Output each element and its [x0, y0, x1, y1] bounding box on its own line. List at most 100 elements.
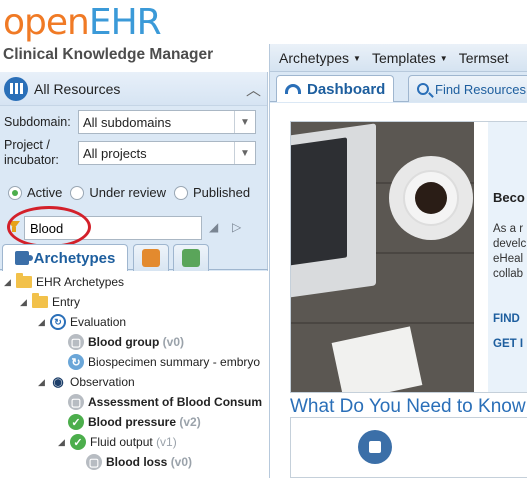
caret-down-icon: ▼: [353, 53, 361, 63]
draft-status-icon: ▢: [86, 454, 102, 470]
hero-line: collab: [493, 268, 524, 280]
tab-dashboard[interactable]: Dashboard: [276, 75, 395, 102]
radio-active-label[interactable]: Active: [27, 185, 62, 200]
archetype-tree: ◢ EHR Archetypes ◢ Entry ◢ ↻ Evaluation …: [0, 271, 268, 478]
main-tabs: Dashboard Find Resources: [270, 73, 527, 102]
tree-node-label: Evaluation: [70, 315, 127, 329]
menu-termsets[interactable]: Termset: [459, 50, 509, 66]
red-highlight-circle: [7, 206, 91, 248]
folder-icon: [32, 293, 48, 308]
project-value: All projects: [83, 146, 147, 161]
menu-templates-label: Templates: [371, 49, 436, 66]
coffee-cup-image: [403, 170, 459, 226]
tree-node-entry[interactable]: ◢ Entry: [20, 293, 80, 311]
project-label: Project / incubator:: [4, 138, 78, 168]
published-check-icon: ✓: [70, 434, 86, 450]
logo-open-text: open: [3, 2, 90, 43]
version-label: (v1): [156, 435, 177, 449]
radio-published[interactable]: [174, 185, 188, 200]
subdomain-value: All subdomains: [83, 115, 172, 130]
hero-text-panel: Beco As a r develc eHeal collab FIND GET…: [488, 122, 527, 392]
dashboard-content: Beco As a r develc eHeal collab FIND GET…: [270, 103, 527, 478]
tab-archetypes-label: Archetypes: [33, 249, 116, 267]
openehr-logo[interactable]: openEHR: [3, 2, 162, 43]
tree-node-evaluation[interactable]: ◢ ↻ Evaluation: [38, 313, 126, 331]
panel-title: All Resources: [34, 80, 121, 97]
expand-toggle-icon[interactable]: ◢: [38, 377, 46, 388]
menu-archetypes-label: Archetypes: [279, 49, 350, 66]
hero-line: eHeal: [493, 253, 524, 265]
tree-node-blood-pressure[interactable]: ✓ Blood pressure (v2): [68, 413, 201, 431]
draft-status-icon: ▢: [68, 334, 84, 350]
tree-node-blood-loss[interactable]: ▢ Blood loss (v0): [86, 453, 192, 471]
tab-dashboard-label: Dashboard: [307, 80, 386, 98]
menu-archetypes[interactable]: Archetypes ▼: [279, 50, 361, 66]
tab-templates[interactable]: [133, 244, 169, 271]
expand-toggle-icon[interactable]: ◢: [58, 437, 66, 448]
draft-status-icon: ▢: [68, 394, 84, 410]
menu-templates[interactable]: Templates ▼: [372, 50, 448, 66]
radio-under-review-label[interactable]: Under review: [89, 185, 166, 200]
library-icon: [4, 76, 28, 101]
puzzle-icon: [358, 430, 392, 464]
tab-find-resources-label: Find Resources: [435, 81, 527, 97]
radio-published-label[interactable]: Published: [193, 185, 250, 200]
tree-node-label: Blood loss: [106, 455, 168, 469]
tab-termsets[interactable]: [173, 244, 209, 271]
tree-node-label: Observation: [70, 375, 135, 389]
version-label: (v0): [170, 455, 193, 469]
collapse-chevron-icon[interactable]: ︿: [246, 79, 261, 100]
tab-archetypes[interactable]: Archetypes: [2, 244, 128, 271]
tree-node-label: Assessment of Blood Consum: [88, 395, 263, 409]
notepad-image: [331, 326, 423, 392]
tree-node-label: Fluid output: [90, 435, 153, 449]
radio-under-review[interactable]: [70, 185, 85, 200]
info-card[interactable]: [290, 417, 527, 478]
tree-node-label: Entry: [52, 295, 81, 309]
menu-termsets-label: Termset: [458, 49, 509, 66]
laptop-image: [291, 123, 376, 299]
panel-tabs: Archetypes: [0, 244, 268, 271]
sort-icon[interactable]: ◢: [209, 220, 218, 234]
expand-toggle-icon[interactable]: ◢: [4, 277, 12, 288]
find-link[interactable]: FIND: [493, 313, 520, 325]
chevron-down-icon[interactable]: ▼: [234, 142, 255, 164]
apply-filter-icon[interactable]: ▷: [232, 220, 241, 234]
status-filter: Active Under review Published: [8, 185, 258, 200]
project-select[interactable]: All projects ▼: [78, 141, 256, 165]
termset-icon: [182, 249, 200, 267]
dashboard-icon: [285, 84, 301, 94]
get-involved-link[interactable]: GET I: [493, 338, 523, 350]
app-subtitle: Clinical Knowledge Manager: [3, 46, 214, 63]
subdomain-select[interactable]: All subdomains ▼: [78, 110, 256, 134]
tree-node-ehr-archetypes[interactable]: ◢ EHR Archetypes: [4, 273, 124, 291]
project-label-line1: Project /: [4, 138, 50, 152]
hero-line: develc: [493, 238, 527, 250]
chevron-down-icon[interactable]: ▼: [234, 111, 255, 133]
hero-line: As a r: [493, 223, 524, 235]
puzzle-icon: [14, 251, 33, 265]
tree-node-biospecimen[interactable]: ↻ Biospecimen summary - embryo: [68, 353, 260, 371]
evaluation-icon: ↻: [50, 314, 66, 330]
radio-active[interactable]: [8, 185, 22, 200]
tree-node-assessment[interactable]: ▢ Assessment of Blood Consum: [68, 393, 262, 411]
project-row: Project / incubator: All projects ▼: [4, 138, 256, 168]
folder-icon: [16, 273, 32, 288]
tree-node-blood-group[interactable]: ▢ Blood group (v0): [68, 333, 184, 351]
tree-node-label: Biospecimen summary - embryo: [88, 355, 261, 369]
review-status-icon: ↻: [68, 354, 84, 370]
version-label: (v2): [179, 415, 201, 429]
tree-node-fluid-output[interactable]: ◢ ✓ Fluid output (v1): [58, 433, 177, 451]
tree-node-label: Blood group: [88, 335, 160, 349]
expand-toggle-icon[interactable]: ◢: [38, 317, 46, 328]
search-filter-row: Blood ◢ ▷: [4, 206, 266, 248]
tab-find-resources[interactable]: Find Resources: [408, 75, 527, 102]
hero-heading: Beco: [493, 190, 525, 205]
hero-description: As a r develc eHeal collab: [493, 222, 526, 282]
caret-down-icon: ▼: [439, 53, 448, 63]
panel-header[interactable]: All Resources ︿: [0, 72, 267, 106]
tree-node-observation[interactable]: ◢ ◉ Observation: [38, 373, 135, 391]
template-icon: [142, 249, 160, 267]
expand-toggle-icon[interactable]: ◢: [20, 297, 28, 308]
eye-icon: ◉: [50, 374, 66, 390]
